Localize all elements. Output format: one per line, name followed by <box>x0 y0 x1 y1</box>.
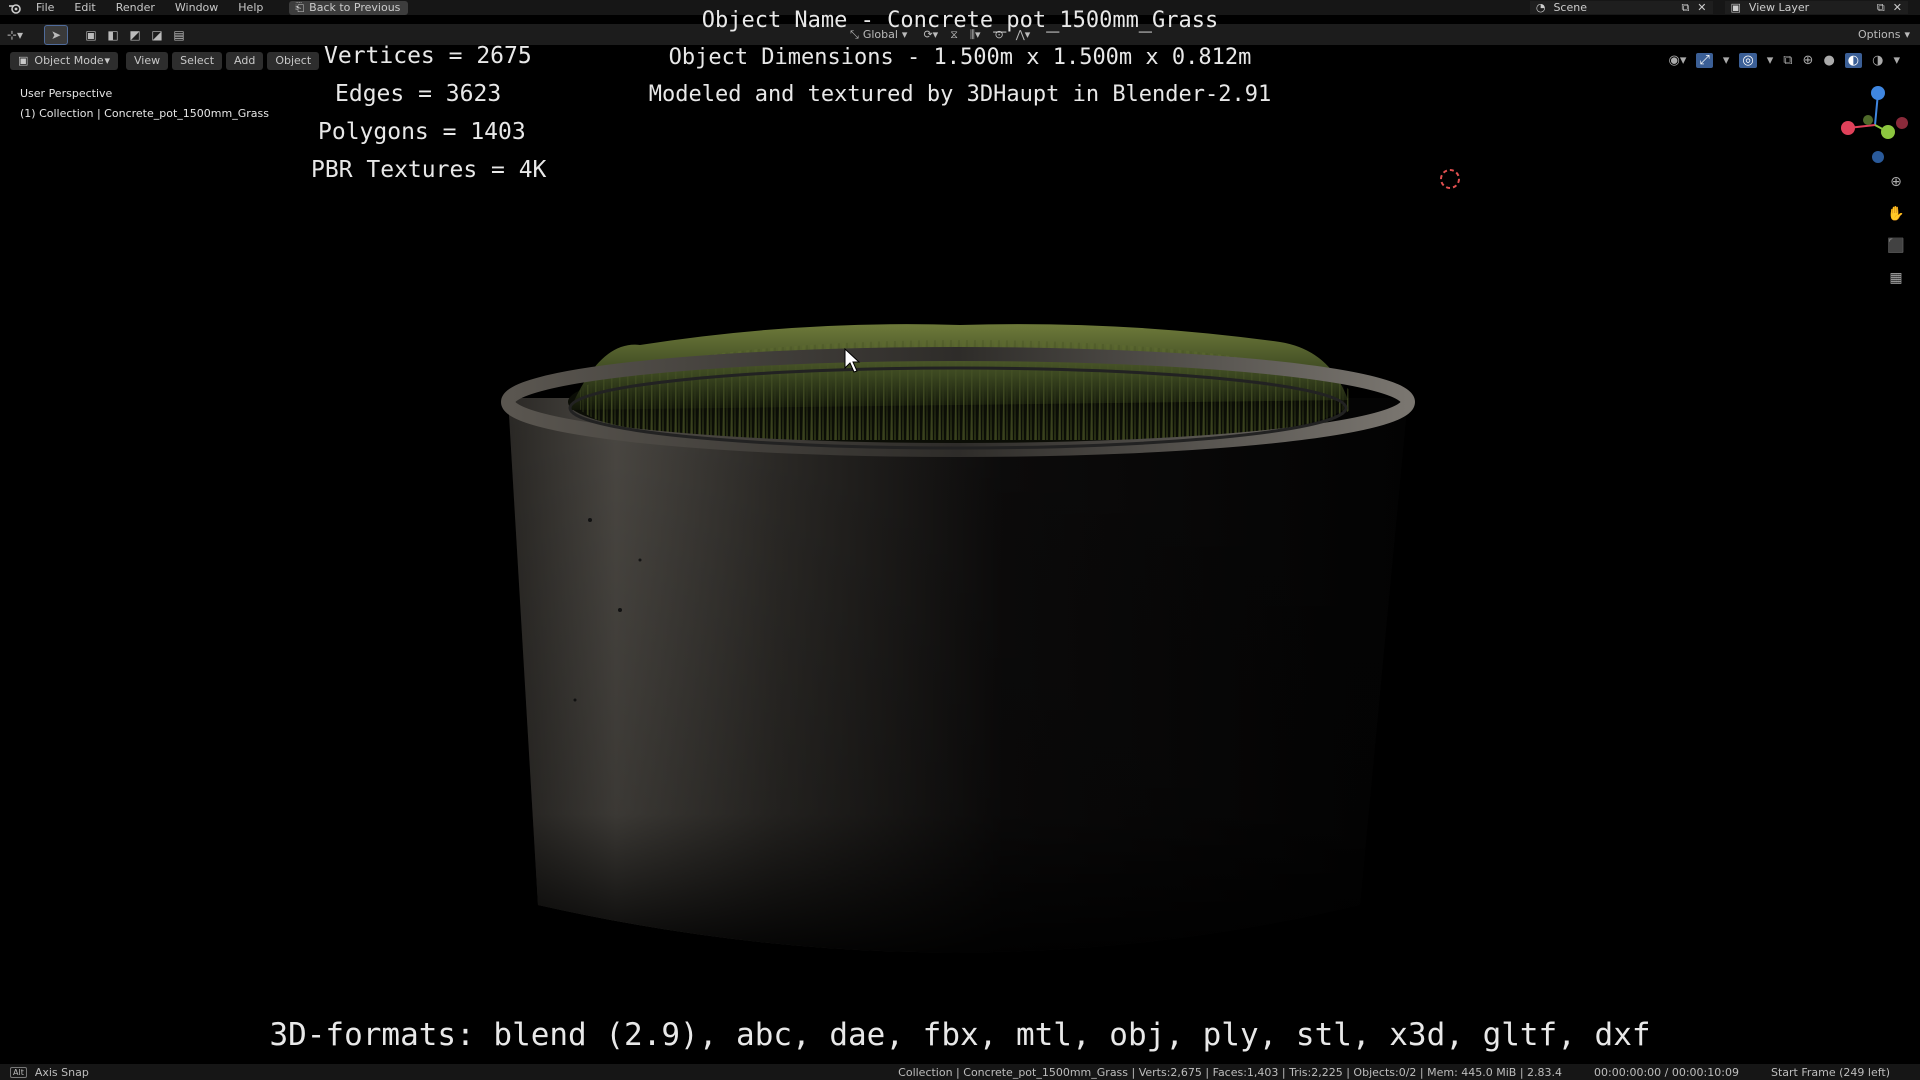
navigation-gizmo[interactable] <box>1830 80 1920 170</box>
axis-neg-z-icon <box>1872 151 1884 163</box>
start-frame-label: Start Frame (249 left) <box>1770 1065 1890 1079</box>
active-collection-label: (1) Collection | Concrete_pot_1500mm_Gra… <box>20 107 269 120</box>
axis-snap-label: Axis Snap <box>34 1065 89 1079</box>
status-bar: Alt Axis Snap Collection | Concrete_pot_… <box>0 1064 1920 1080</box>
object-name-title: Object Name - Concrete_pot_1500mm_Grass <box>701 8 1219 33</box>
scene-statistics: Collection | Concrete_pot_1500mm_Grass |… <box>898 1065 1563 1079</box>
axis-z-icon <box>1871 86 1885 100</box>
zoom-icon[interactable]: ⊕ <box>1884 170 1908 194</box>
viewport-nav-tools: ⊕ ✋ ⬛ ▦ <box>1884 170 1908 298</box>
axis-y-icon <box>1881 125 1895 139</box>
axis-x-icon <box>1841 121 1855 135</box>
timeline-time: 00:00:00:00 / 00:00:10:09 <box>1594 1065 1739 1079</box>
formats-label: 3D-formats: blend (2.9), abc, dae, fbx, … <box>269 1017 1651 1053</box>
grid-perspective-icon[interactable]: ▦ <box>1884 266 1908 290</box>
camera-icon[interactable]: ⬛ <box>1884 234 1908 258</box>
credit-label: Modeled and textured by 3DHaupt in Blend… <box>648 82 1272 107</box>
axis-neg-x-icon <box>1896 117 1908 129</box>
pbr-textures-label: PBR Textures = 4K <box>311 157 547 183</box>
alt-key-icon: Alt <box>10 1066 27 1078</box>
object-dimensions-label: Object Dimensions - 1.500m x 1.500m x 0.… <box>668 45 1252 70</box>
pan-hand-icon[interactable]: ✋ <box>1884 202 1908 226</box>
axis-neg-y-icon <box>1863 115 1873 125</box>
viewport-render[interactable] <box>0 0 1920 1080</box>
polygons-count: Polygons = 1403 <box>318 119 526 145</box>
